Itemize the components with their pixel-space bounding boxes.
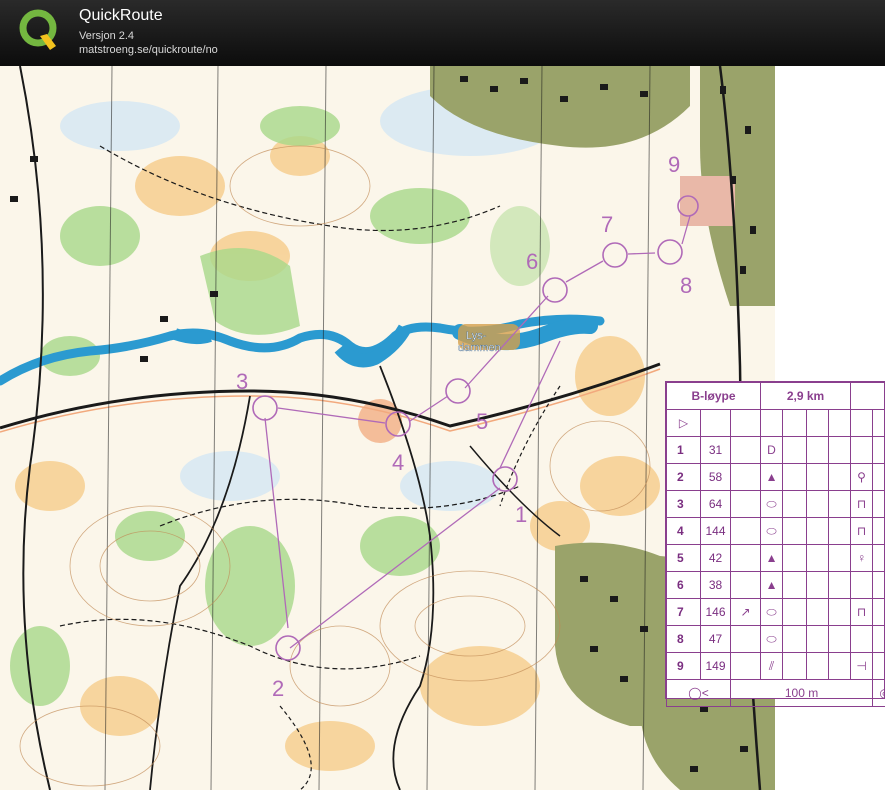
- control-number-1: 1: [515, 502, 527, 527]
- app-title: QuickRoute: [79, 7, 163, 24]
- finish-symbol-icon: ◯<: [666, 679, 731, 707]
- control-row: 1 31 D: [666, 436, 885, 464]
- foot-icon: ⊓: [850, 490, 874, 518]
- course-name: B-løype: [665, 382, 762, 410]
- quickroute-logo-icon: [19, 9, 57, 50]
- app-version: Versjon 2.4: [79, 30, 135, 42]
- course-length: 2,9 km: [760, 382, 852, 410]
- control-row: 3 64 ⬭ ⊓: [666, 490, 885, 518]
- control-number-4: 4: [392, 450, 404, 475]
- control-number-6: 6: [526, 249, 538, 274]
- course-extra: [850, 382, 885, 410]
- app-header: QuickRoute Versjon 2.4 matstroeng.se/qui…: [0, 0, 885, 66]
- control-number-5: 5: [476, 409, 488, 434]
- finish-distance: 100 m: [729, 679, 874, 707]
- control-row: 6 38 ▲: [666, 571, 885, 599]
- control-number-3: 3: [236, 369, 248, 394]
- feature-icon: ♀: [850, 544, 874, 572]
- control-row: 8 47 ⬭: [666, 625, 885, 653]
- direction-arrow-icon: ↗: [729, 598, 762, 626]
- start-triangle-icon: ▷: [666, 409, 701, 437]
- control-description-sheet: B-løype 2,9 km ▷ 1 31 D 2 58 ▲ ⚲ 3 64 ⬭ ⊓ 4 144 ⬭ ⊓…: [665, 381, 885, 707]
- control-number-8: 8: [680, 273, 692, 298]
- app-url[interactable]: matstroeng.se/quickroute/no: [79, 44, 218, 56]
- orienteering-map[interactable]: 1 2 3 4 5 6 7 8 9 Lys- dammen B-løype 2,…: [0, 66, 885, 790]
- end-marker-icon: ⊣: [850, 652, 874, 680]
- feature-icon: ⚲: [850, 463, 874, 491]
- foot-icon: ⊓: [850, 517, 874, 545]
- control-row: 5 42 ▲ ♀: [666, 544, 885, 572]
- control-row: 4 144 ⬭ ⊓: [666, 517, 885, 545]
- finish-end-icon: ◎: [872, 679, 885, 707]
- control-row: 7 146 ↗ ⬭ ⊓: [666, 598, 885, 626]
- control-number-7: 7: [601, 212, 613, 237]
- control-number-2: 2: [272, 676, 284, 701]
- foot-icon: ⊓: [850, 598, 874, 626]
- control-row: 2 58 ▲ ⚲: [666, 463, 885, 491]
- control-row: 9 149 ⫽ ⊣: [666, 652, 885, 680]
- control-number-9: 9: [668, 152, 680, 177]
